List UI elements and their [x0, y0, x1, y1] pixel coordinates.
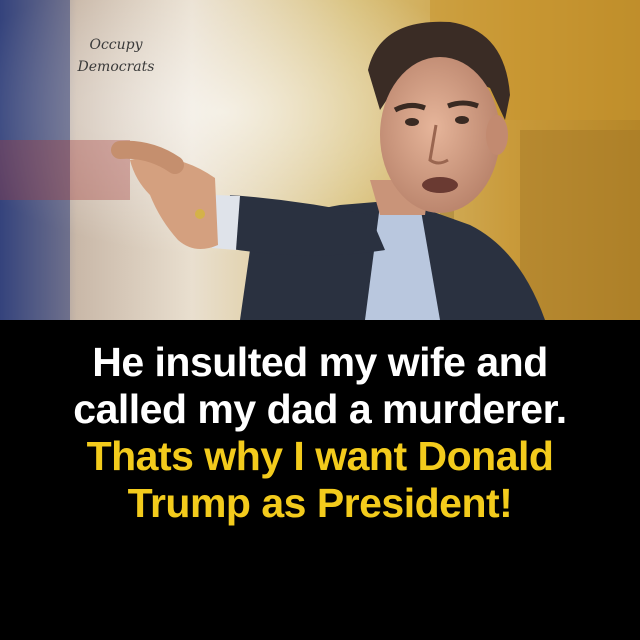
caption-line-2: called my dad a murderer.	[73, 386, 567, 432]
caption-panel: He insulted my wife and called my dad a …	[0, 320, 640, 640]
watermark-line-1: Occupy	[89, 37, 143, 53]
watermark-line-2: Democrats	[77, 59, 155, 75]
caption-line-4: Trump as President!	[127, 480, 513, 526]
caption-line-1: He insulted my wife and	[92, 339, 548, 385]
meme-image: Occupy Democrats He insulted my wife and…	[0, 0, 640, 640]
watermark-logo: Occupy Democrats	[56, 34, 176, 78]
caption-line-3: Thats why I want Donald	[86, 433, 554, 479]
